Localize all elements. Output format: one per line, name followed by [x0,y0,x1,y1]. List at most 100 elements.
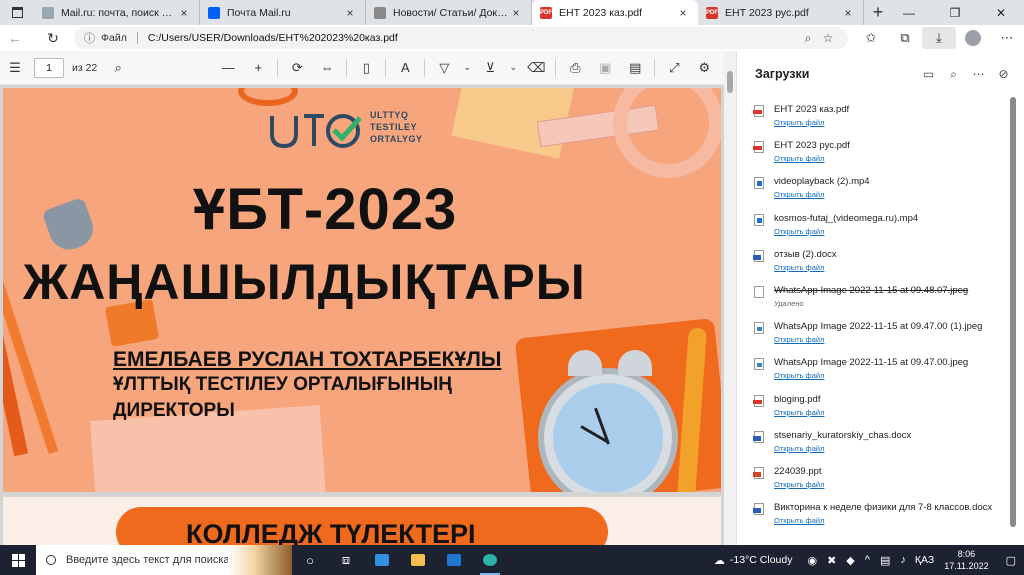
find-button[interactable]: ⌕ [103,51,133,85]
draw-options-button[interactable]: ⌄ [459,51,475,85]
list-item[interactable]: bloging.pdf Открыть файл [737,387,1009,423]
tab-close-icon[interactable]: × [343,6,357,20]
tab-close-icon[interactable]: × [676,6,690,20]
rotate-button[interactable]: ⟳ [282,51,312,85]
open-file-link[interactable]: Открыть файл [774,118,849,127]
list-item[interactable]: stsenariy_kuratorskiy_chas.docx Открыть ф… [737,423,1009,459]
fit-page-button[interactable]: ⇔ [312,51,342,85]
list-item[interactable]: отзыв (2).docx Открыть файл [737,242,1009,278]
downloads-scrollbar[interactable] [1009,97,1017,541]
open-file-link[interactable]: Открыть файл [774,444,911,453]
tab-close-icon[interactable]: × [177,6,191,20]
edge-app[interactable] [472,545,508,575]
language-indicator[interactable]: ҚАЗ [915,554,934,566]
pdf-viewer[interactable]: ULTTYQ TESTILEY ORTALYGY ҰБТ-2023 ЖАҢАШЫ… [0,85,724,545]
minimize-button[interactable]: — [886,0,932,25]
page-number-input[interactable]: 1 [34,57,64,78]
address-bar[interactable]: ⓘ Файл C:/Users/USER/Downloads/ЕНТ%20202… [74,27,848,49]
save-button[interactable]: ▣ [590,51,620,85]
open-file-link[interactable]: Открыть файл [774,516,992,525]
list-item[interactable]: 224039.ppt Открыть файл [737,459,1009,495]
taskbar-search-box[interactable]: Введите здесь текст для поиска [36,545,292,575]
reload-button[interactable]: ↻ [38,25,68,51]
list-item[interactable]: WhatsApp Image 2022-11-15 at 09.47.00.jp… [737,350,1009,386]
store-app[interactable] [364,545,400,575]
tab-title: ЕНТ 2023 каз.pdf [559,6,643,19]
task-view-button[interactable]: ○ [292,545,328,575]
print-button[interactable]: ⎙ [560,51,590,85]
tab-ent-kaz-pdf[interactable]: PDF ЕНТ 2023 каз.pdf × [532,0,698,25]
notifications-icon[interactable]: ▢ [1006,554,1016,567]
draw-button[interactable]: ▽ [429,51,459,85]
window-menu-button[interactable] [0,0,34,25]
more-options-button[interactable]: ⋯ [966,67,991,82]
close-window-button[interactable]: ✕ [978,0,1024,25]
list-item[interactable]: videoplayback (2).mp4 Открыть файл [737,169,1009,205]
save-as-button[interactable]: ▤ [620,51,650,85]
fullscreen-button[interactable]: ⤢ [659,51,689,85]
favorites-button[interactable]: ✩ [854,25,888,51]
folder-icon: ▭ [922,66,935,81]
tab-mailru-search[interactable]: Mail.ru: почта, поиск в интер × [34,0,200,25]
contents-button[interactable]: ☰ [0,51,30,85]
clock[interactable]: 8:06 17.11.2022 [944,548,988,572]
read-aloud-button[interactable]: A [390,51,420,85]
downloads-button[interactable]: ⤓ [922,27,956,49]
zoom-in-button[interactable]: + [243,51,273,85]
tab-mail[interactable]: Почта Mail.ru × [200,0,366,25]
zoom-out-button[interactable]: — [213,51,243,85]
search-downloads-button[interactable]: ⌕ [941,67,966,82]
mail-app[interactable] [436,545,472,575]
widgets-button[interactable]: ⧈ [328,545,364,575]
open-file-link[interactable]: Открыть файл [774,371,968,380]
more-menu-button[interactable]: ⋯ [990,25,1024,51]
profile-button[interactable] [956,25,990,51]
open-file-link[interactable]: Открыть файл [774,263,837,272]
tab-close-icon[interactable]: × [841,6,855,20]
list-item[interactable]: kosmos-futaj_(videomega.ru).mp4 Открыть ф… [737,206,1009,242]
more-icon: ⋯ [1000,30,1014,45]
chevron-up-icon[interactable]: ^ [865,554,870,566]
open-file-link[interactable]: Открыть файл [774,190,870,199]
list-item[interactable]: WhatsApp Image 2022-11-15 at 09.48.07.jp… [737,278,1009,314]
list-item[interactable]: ЕНТ 2023 рус.pdf Открыть файл [737,133,1009,169]
erase-button[interactable]: ⌫ [521,51,551,85]
list-item[interactable]: ЕНТ 2023 каз.pdf Открыть файл [737,97,1009,133]
open-file-link[interactable]: Открыть файл [774,480,824,489]
tab-ent-rus-pdf[interactable]: PDF ЕНТ 2023 рус.pdf × [698,0,864,25]
tray-app-icon[interactable]: ✖ [827,554,836,567]
open-file-link[interactable]: Открыть файл [774,227,918,236]
file-status: Удалено [774,298,804,308]
tab-news[interactable]: Новости/ Статьи/ Документ × [366,0,532,25]
collections-button[interactable]: ⧉ [888,25,922,51]
unpin-button[interactable]: ⊘ [991,67,1016,82]
highlight-options-button[interactable]: ⌄ [505,51,521,85]
pdf-scrollbar[interactable] [724,51,736,545]
tab-close-icon[interactable]: × [509,6,523,20]
maximize-button[interactable]: ❐ [932,0,978,25]
list-item[interactable]: Викторина к неделе физики для 7-8 классо… [737,495,1009,531]
page-view-button[interactable]: ▯ [351,51,381,85]
highlight-button[interactable]: ⊻ [475,51,505,85]
weather-text[interactable]: -13°C Cloudy [730,554,793,566]
file-explorer-app[interactable] [400,545,436,575]
tray-app-icon[interactable]: ◆ [846,554,854,567]
scrollbar-thumb[interactable] [727,71,733,93]
list-item[interactable]: WhatsApp Image 2022-11-15 at 09.47.00 (1… [737,314,1009,350]
open-file-link[interactable]: Открыть файл [774,408,824,417]
favorite-add-icon[interactable]: ☆ [818,31,838,45]
volume-icon[interactable]: ♪ [900,554,906,566]
info-icon[interactable]: ⓘ [84,30,95,46]
open-file-link[interactable]: Открыть файл [774,335,982,344]
scrollbar-thumb[interactable] [1010,97,1016,527]
cortana-icon: ○ [306,552,314,568]
url-text[interactable]: C:/Users/USER/Downloads/ЕНТ%202023%20каз… [148,32,798,44]
tray-app-icon[interactable]: ◉ [807,554,817,567]
back-button[interactable]: ← [0,25,30,51]
pdf-settings-button[interactable]: ⚙ [689,51,719,85]
open-folder-button[interactable]: ▭ [916,67,941,82]
open-file-link[interactable]: Открыть файл [774,154,850,163]
network-icon[interactable]: ▤ [880,554,890,567]
start-button[interactable] [0,545,36,575]
zoom-icon[interactable]: ⌕ [798,31,818,46]
